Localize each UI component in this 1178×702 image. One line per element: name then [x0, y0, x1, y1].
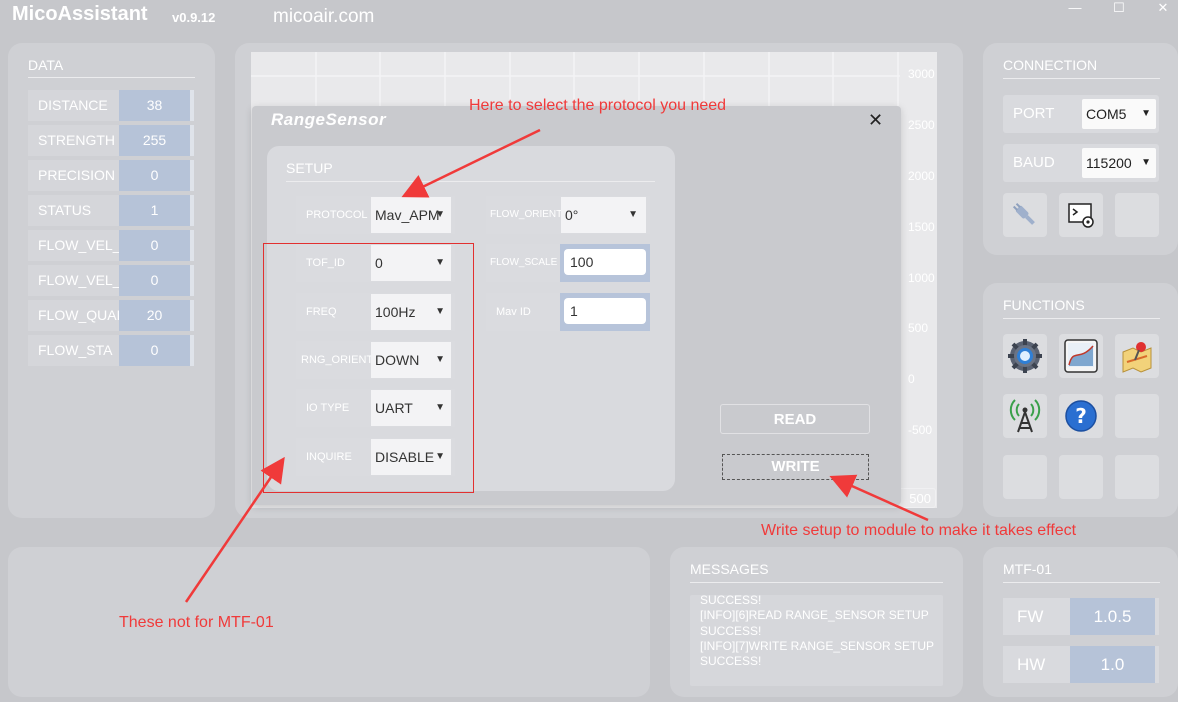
annotation-write: Write setup to module to make it takes e… — [761, 522, 1077, 539]
protocol-arrow — [401, 128, 541, 198]
write-arrow — [829, 474, 929, 522]
not-for-arrow — [184, 456, 285, 603]
annotation-protocol: Here to select the protocol you need — [469, 97, 727, 114]
annotation-not-for: These not for MTF-01 — [119, 614, 274, 631]
